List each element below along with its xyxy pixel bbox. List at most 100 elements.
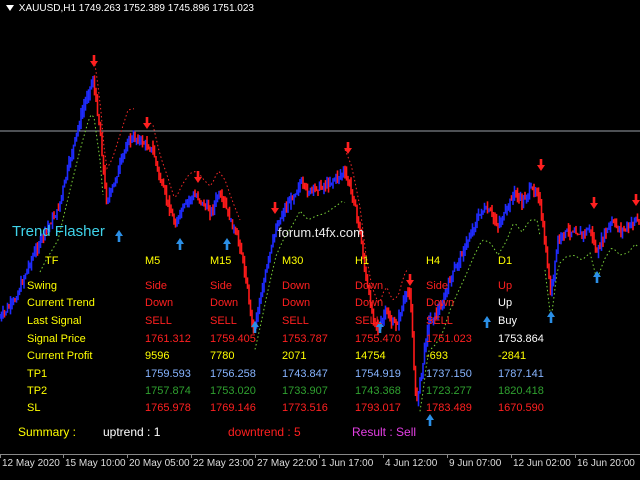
table-cell: Down bbox=[355, 280, 384, 292]
table-cell: Side bbox=[210, 280, 233, 292]
table-cell: 1753.020 bbox=[210, 385, 256, 397]
table-cell: 1820.418 bbox=[498, 385, 544, 397]
table-cell: Side bbox=[426, 280, 449, 292]
table-cell: 1761.312 bbox=[145, 333, 191, 345]
table-cell: 1756.258 bbox=[210, 368, 256, 380]
table-cell: SELL bbox=[426, 315, 453, 327]
table-cell: -2841 bbox=[498, 350, 527, 362]
table-cell: 1759.593 bbox=[145, 368, 191, 380]
table-cell: Down bbox=[282, 297, 311, 309]
time-axis-label: 9 Jun 07:00 bbox=[449, 458, 502, 469]
trend-dot-line bbox=[544, 243, 639, 321]
summary-result: Result : Sell bbox=[352, 425, 417, 439]
column-header-h4: H4 bbox=[426, 255, 441, 267]
sell-arrow-icon bbox=[143, 117, 151, 129]
sell-arrow-icon bbox=[194, 171, 202, 183]
watermark-text: forum.t4fx.com bbox=[278, 225, 364, 240]
table-cell: 1755.470 bbox=[355, 333, 401, 345]
sell-arrow-icon bbox=[632, 194, 640, 206]
time-axis: 12 May 2020 15 May 10:00 20 May 05:00 22 Ma… bbox=[0, 454, 640, 480]
time-axis-label: 12 May 2020 bbox=[2, 458, 60, 469]
time-axis-label: 16 Jun 20:00 bbox=[577, 458, 635, 469]
row-label-current-trend: Current Trend bbox=[27, 297, 95, 309]
table-cell: 14754 bbox=[355, 350, 386, 362]
trend-dot-line bbox=[94, 64, 135, 170]
column-header-m30: M30 bbox=[282, 255, 304, 267]
row-label-current-profit: Current Profit bbox=[27, 350, 93, 362]
table-cell: 1757.874 bbox=[145, 385, 191, 397]
table-cell: 1753.787 bbox=[282, 333, 328, 345]
time-axis-label: 4 Jun 12:00 bbox=[385, 458, 438, 469]
indicator-title: Trend Flasher bbox=[12, 223, 105, 240]
table-cell: Down bbox=[426, 297, 455, 309]
table-cell: 2071 bbox=[282, 350, 307, 362]
sell-arrow-icon bbox=[344, 142, 352, 154]
table-cell: SELL bbox=[210, 315, 237, 327]
column-header-tf: TF bbox=[45, 255, 59, 267]
row-label-swing: Swing bbox=[27, 280, 57, 292]
row-label-tp1: TP1 bbox=[27, 368, 48, 380]
column-header-h1: H1 bbox=[355, 255, 370, 267]
sell-arrow-icon bbox=[271, 202, 279, 214]
table-cell: 1759.405 bbox=[210, 333, 256, 345]
table-cell: SELL bbox=[355, 315, 382, 327]
table-cell: Buy bbox=[498, 315, 517, 327]
table-cell: 1787.141 bbox=[498, 368, 544, 380]
chart-header-text: XAUUSD,H1 1749.263 1752.389 1745.896 175… bbox=[18, 3, 254, 14]
sell-arrow-icon bbox=[590, 197, 598, 209]
row-label-tp2: TP2 bbox=[27, 385, 48, 397]
sell-arrow-icon bbox=[90, 55, 98, 67]
table-cell: 1754.919 bbox=[355, 368, 401, 380]
column-header-d1: D1 bbox=[498, 255, 513, 267]
table-cell: Up bbox=[498, 280, 513, 292]
table-cell: 1743.847 bbox=[282, 368, 328, 380]
time-axis-label: 15 May 10:00 bbox=[65, 458, 126, 469]
column-header-m5: M5 bbox=[145, 255, 161, 267]
time-axis-label: 20 May 05:00 bbox=[129, 458, 190, 469]
sell-arrow-icon bbox=[406, 274, 414, 286]
buy-arrow-icon bbox=[426, 414, 434, 426]
sell-arrow-icon bbox=[537, 159, 545, 171]
table-cell: 7780 bbox=[210, 350, 235, 362]
table-cell: Down bbox=[210, 297, 239, 309]
table-cell: SELL bbox=[145, 315, 172, 327]
buy-arrow-icon bbox=[115, 230, 123, 242]
table-cell: 1769.146 bbox=[210, 402, 256, 414]
time-axis-label: 12 Jun 02:00 bbox=[513, 458, 571, 469]
table-cell: 1733.907 bbox=[282, 385, 328, 397]
column-header-m15: M15 bbox=[210, 255, 232, 267]
table-cell: SELL bbox=[282, 315, 309, 327]
buy-arrow-icon bbox=[223, 238, 231, 250]
table-cell: 1751.023 bbox=[426, 333, 472, 345]
time-axis-label: 22 May 23:00 bbox=[193, 458, 254, 469]
candle-series bbox=[0, 75, 640, 407]
time-axis-label: 1 Jun 17:00 bbox=[321, 458, 374, 469]
time-axis-label: 27 May 22:00 bbox=[257, 458, 318, 469]
table-cell: 9596 bbox=[145, 350, 170, 362]
summary-uptrend: uptrend : 1 bbox=[103, 425, 161, 439]
buy-arrow-icon bbox=[483, 316, 491, 328]
buy-arrow-icon bbox=[547, 311, 555, 323]
summary-label: Summary : bbox=[18, 425, 77, 439]
summary-downtrend: downtrend : 5 bbox=[228, 425, 301, 439]
row-label-last-signal: Last Signal bbox=[27, 315, 82, 327]
table-cell: Down bbox=[355, 297, 384, 309]
table-cell: 1723.277 bbox=[426, 385, 472, 397]
row-label-signal-price: Signal Price bbox=[27, 333, 86, 345]
table-cell: 1737.150 bbox=[426, 368, 472, 380]
table-cell: Down bbox=[282, 280, 311, 292]
table-cell: 1773.516 bbox=[282, 402, 328, 414]
table-cell: -693 bbox=[426, 350, 449, 362]
table-cell: Up bbox=[498, 297, 513, 309]
table-cell: 1753.864 bbox=[498, 333, 544, 345]
table-cell: Side bbox=[145, 280, 168, 292]
table-cell: 1793.017 bbox=[355, 402, 401, 414]
table-cell: 1670.590 bbox=[498, 402, 544, 414]
buy-arrow-icon bbox=[176, 238, 184, 250]
symbol-dropdown-icon[interactable] bbox=[6, 5, 14, 12]
table-cell: 1765.978 bbox=[145, 402, 191, 414]
trend-dot-line bbox=[39, 114, 104, 273]
table-cell: Down bbox=[145, 297, 174, 309]
table-cell: 1743.368 bbox=[355, 385, 401, 397]
chart-header: XAUUSD,H1 1749.263 1752.389 1745.896 175… bbox=[6, 3, 254, 14]
